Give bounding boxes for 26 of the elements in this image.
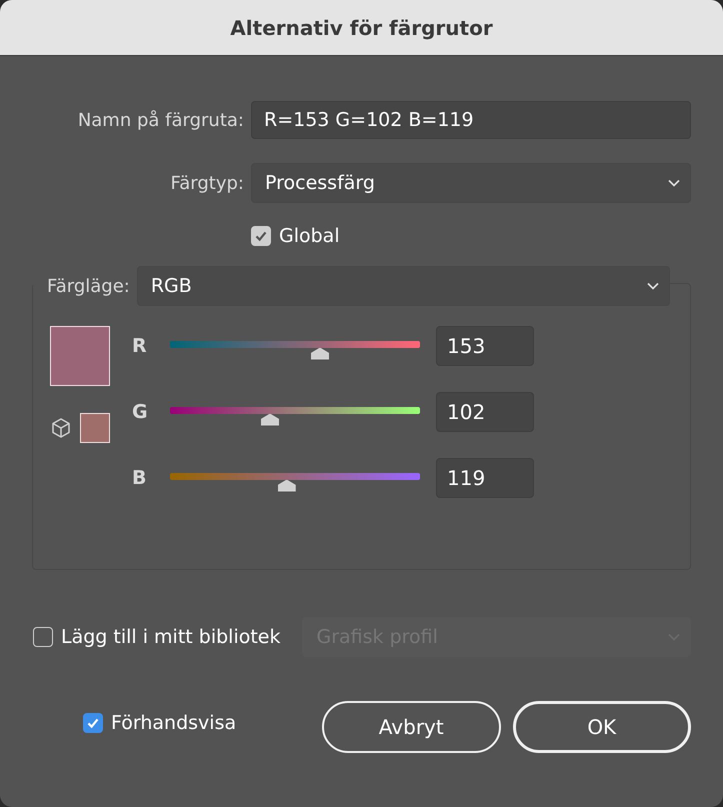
- chevron-icon: [647, 282, 659, 290]
- ok-button[interactable]: OK: [512, 701, 691, 753]
- chevron-icon: [668, 179, 680, 187]
- slider-thumb[interactable]: [311, 348, 329, 360]
- cube-icon: [50, 417, 72, 439]
- field-label: Färgläge:: [46, 276, 131, 296]
- field-label: Färgtyp:: [170, 172, 245, 194]
- value-field[interactable]: 153: [436, 326, 534, 366]
- channel-label: R: [132, 335, 148, 357]
- value-field[interactable]: 102: [436, 392, 534, 432]
- checkbox-label: Global: [279, 225, 340, 247]
- slider-thumb[interactable]: [261, 414, 279, 426]
- cancel-button[interactable]: Avbryt: [322, 701, 500, 753]
- channel-label: G: [132, 401, 149, 423]
- window-title: Alternativ för färgrutor: [230, 16, 493, 40]
- checkbox-label: Förhandsvisa: [111, 712, 236, 734]
- slider-thumb[interactable]: [278, 480, 296, 492]
- checkbox-label: Lägg till i mitt bibliotek: [61, 626, 280, 648]
- color-mode-dropdown[interactable]: RGB: [136, 266, 670, 306]
- value-field[interactable]: 119: [436, 458, 534, 498]
- field-label: Namn på färgruta:: [76, 110, 245, 130]
- color-type-dropdown[interactable]: Processfärg: [251, 163, 691, 203]
- channel-label: B: [132, 467, 148, 489]
- name-field[interactable]: R=153 G=102 B=119: [251, 101, 691, 139]
- checkbox[interactable]: [33, 627, 53, 647]
- checkbox[interactable]: [83, 713, 103, 733]
